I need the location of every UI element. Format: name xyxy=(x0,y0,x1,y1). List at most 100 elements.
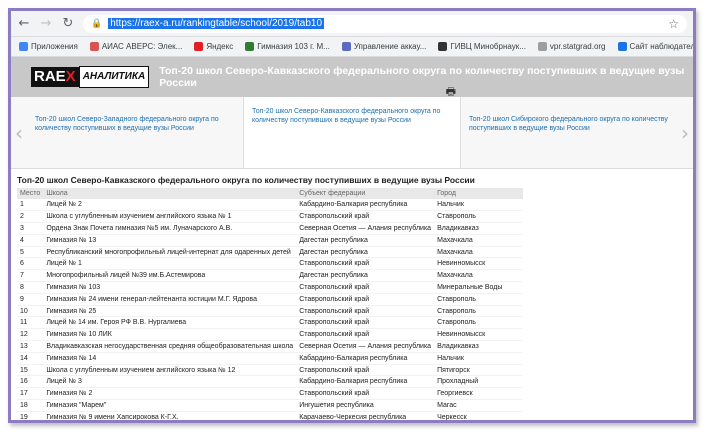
table-row: 16 Лицей № 3 Кабардино-Балкария республика… xyxy=(17,375,523,389)
cell-school: Лицей № 1 xyxy=(43,257,297,271)
cell-place: 17 xyxy=(17,387,44,401)
table-row: 2 Школа с углубленным изучением английско… xyxy=(17,210,523,224)
cell-subject: Кабардино-Балкария республика xyxy=(296,199,435,212)
cell-subject: Северная Осетия — Алания республика xyxy=(296,222,435,235)
cell-city: Пятигорск xyxy=(434,364,523,377)
cell-school: Гимназия № 24 имени генерал-лейтенанта ю… xyxy=(43,293,297,306)
url-text[interactable]: https://raex-a.ru/rankingtable/school/20… xyxy=(108,18,325,29)
cell-subject: Ставропольский край xyxy=(296,210,435,224)
bookmark-label: АИАС АВЕРС: Элек... xyxy=(101,42,183,51)
carousel-prev-link[interactable]: Топ-20 школ Северо-Западного федеральног… xyxy=(27,97,243,168)
carousel-current-label: Топ-20 школ Северо-Кавказского федеральн… xyxy=(252,108,441,124)
reload-icon[interactable]: ↻ xyxy=(61,16,75,31)
chevron-left-icon[interactable]: ‹ xyxy=(11,97,27,168)
bookmark-item[interactable]: Гимназия 103 г. М... xyxy=(245,42,330,51)
cell-subject: Кабардино-Балкария республика xyxy=(296,375,435,389)
forward-arrow-icon[interactable]: → xyxy=(39,16,53,31)
header-city[interactable]: Город xyxy=(434,188,523,199)
cell-school: Лицей № 14 им. Героя РФ В.В. Нургалиева xyxy=(43,316,297,330)
cell-city: Ставрополь xyxy=(434,305,523,318)
header-school[interactable]: Школа xyxy=(43,188,297,199)
bookmark-item[interactable]: vpr.statgrad.org xyxy=(537,42,606,51)
bookmark-item[interactable]: Управление аккау... xyxy=(341,42,427,51)
cell-school: Многопрофильный лицей №39 им.Б.Астемиров… xyxy=(43,269,297,283)
cell-subject: Ставропольский край xyxy=(296,328,435,342)
table-row: 9 Гимназия № 24 имени генерал-лейтенанта … xyxy=(17,293,523,306)
back-arrow-icon[interactable]: ← xyxy=(17,16,31,31)
cell-city: Махачкала xyxy=(434,246,523,259)
bookmark-favicon-icon xyxy=(19,42,28,51)
table-row: 17 Гимназия № 2 Ставропольский край Георгие… xyxy=(17,387,523,401)
table-body: 1 Лицей № 2 Кабардино-Балкария республика Н… xyxy=(17,199,523,420)
table-row: 13 Владикавказская негосударственная сред… xyxy=(17,340,523,353)
carousel-next-link[interactable]: Топ-20 школ Сибирского федерального окру… xyxy=(461,97,677,168)
cell-place: 7 xyxy=(17,269,44,283)
bookmark-favicon-icon xyxy=(245,42,255,51)
bookmark-item[interactable]: АИАС АВЕРС: Элек... xyxy=(89,42,183,51)
cell-place: 6 xyxy=(17,257,44,271)
bookmark-label: Приложения xyxy=(31,42,78,51)
page-title: Топ-20 школ Северо-Кавказского федеральн… xyxy=(159,65,685,89)
cell-subject: Ингушетия республика xyxy=(296,399,435,412)
bookmark-item[interactable]: ГИВЦ Минобрнаук... xyxy=(438,42,526,51)
cell-school: Школа с углубленным изучением английског… xyxy=(43,364,297,377)
cell-school: Школа с углубленным изучением английског… xyxy=(43,210,297,224)
cell-subject: Северная Осетия — Алания республика xyxy=(296,340,435,353)
table-header-row: Место Школа Субъект федерации Город xyxy=(17,188,523,199)
chevron-right-icon[interactable]: › xyxy=(677,97,693,168)
table-row: 4 Гимназия № 13 Дагестан республика Махачка… xyxy=(17,234,523,247)
address-bar[interactable]: 🔒 https://raex-a.ru/rankingtable/school/… xyxy=(83,14,687,33)
cell-place: 11 xyxy=(17,316,44,330)
bookmark-label: Гимназия 103 г. М... xyxy=(257,42,330,51)
bookmark-favicon-icon xyxy=(438,42,448,51)
cell-city: Черкесск xyxy=(434,411,523,420)
cell-city: Нальчик xyxy=(434,199,523,212)
cell-subject: Карачаево-Черкесия республика xyxy=(296,411,435,420)
bookmark-item[interactable]: Приложения xyxy=(19,42,78,51)
table-row: 3 Ордена Знак Почета гимназия №5 им. Луна… xyxy=(17,222,523,235)
site-header: RAEX АНАЛИТИКА Топ-20 школ Северо-Кавказ… xyxy=(11,57,693,97)
cell-school: Гимназия № 9 имени Хапсирокова К-Г.Х. xyxy=(43,411,297,420)
cell-school: Владикавказская негосударственная средня… xyxy=(43,340,297,353)
main-content: Топ-20 школ Северо-Кавказского федеральн… xyxy=(11,169,693,420)
cell-place: 12 xyxy=(17,328,44,342)
cell-city: Владикавказ xyxy=(434,222,523,235)
cell-city: Магас xyxy=(434,399,523,412)
cell-subject: Ставропольский край xyxy=(296,281,435,294)
cell-school: Лицей № 2 xyxy=(43,199,297,212)
screenshot-frame: ← → ↻ 🔒 https://raex-a.ru/rankingtable/s… xyxy=(8,8,696,423)
cell-city: Георгиевск xyxy=(434,387,523,401)
cell-school: Гимназия № 25 xyxy=(43,305,297,318)
table-title: Топ-20 школ Северо-Кавказского федеральн… xyxy=(17,175,475,185)
bookmark-favicon-icon xyxy=(89,42,99,51)
header-place[interactable]: Место xyxy=(17,188,44,199)
cell-school: Ордена Знак Почета гимназия №5 им. Лунач… xyxy=(43,222,297,235)
cell-city: Ставрополь xyxy=(434,293,523,306)
printer-icon[interactable]: 🖶 xyxy=(446,86,456,97)
bookmark-favicon-icon xyxy=(537,42,547,51)
browser-toolbar: ← → ↻ 🔒 https://raex-a.ru/rankingtable/s… xyxy=(11,11,693,37)
cell-place: 19 xyxy=(17,411,44,420)
table-row: 18 Гимназия "Марем" Ингушетия республика Ма… xyxy=(17,399,523,412)
table-row: 8 Гимназия № 103 Ставропольский край Минера… xyxy=(17,281,523,294)
cell-school: Гимназия "Марем" xyxy=(43,399,297,412)
cell-school: Республиканский многопрофильный лицей-ин… xyxy=(43,246,297,259)
table-row: 6 Лицей № 1 Ставропольский край Невинномысс… xyxy=(17,257,523,271)
logo-sub: АНАЛИТИКА xyxy=(78,66,150,88)
cell-place: 18 xyxy=(17,399,44,412)
header-subject[interactable]: Субъект федерации xyxy=(296,188,435,199)
cell-school: Гимназия № 13 xyxy=(43,234,297,247)
cell-place: 14 xyxy=(17,352,44,365)
bookmark-label: Управление аккау... xyxy=(353,42,427,51)
cell-subject: Ставропольский край xyxy=(296,257,435,271)
bookmark-star-icon[interactable]: ☆ xyxy=(668,17,679,31)
cell-city: Владикавказ xyxy=(434,340,523,353)
cell-subject: Кабардино-Балкария республика xyxy=(296,352,435,365)
bookmark-item[interactable]: Сайт наблюдателе... xyxy=(617,42,693,51)
raex-logo[interactable]: RAEX АНАЛИТИКА xyxy=(31,66,150,88)
ranking-carousel: ‹ Топ-20 школ Северо-Западного федеральн… xyxy=(11,86,693,169)
lock-icon: 🔒 xyxy=(91,18,103,29)
cell-city: Махачкала xyxy=(434,269,523,283)
bookmark-favicon-icon xyxy=(617,42,627,51)
bookmark-item[interactable]: Яндекс xyxy=(194,42,233,51)
